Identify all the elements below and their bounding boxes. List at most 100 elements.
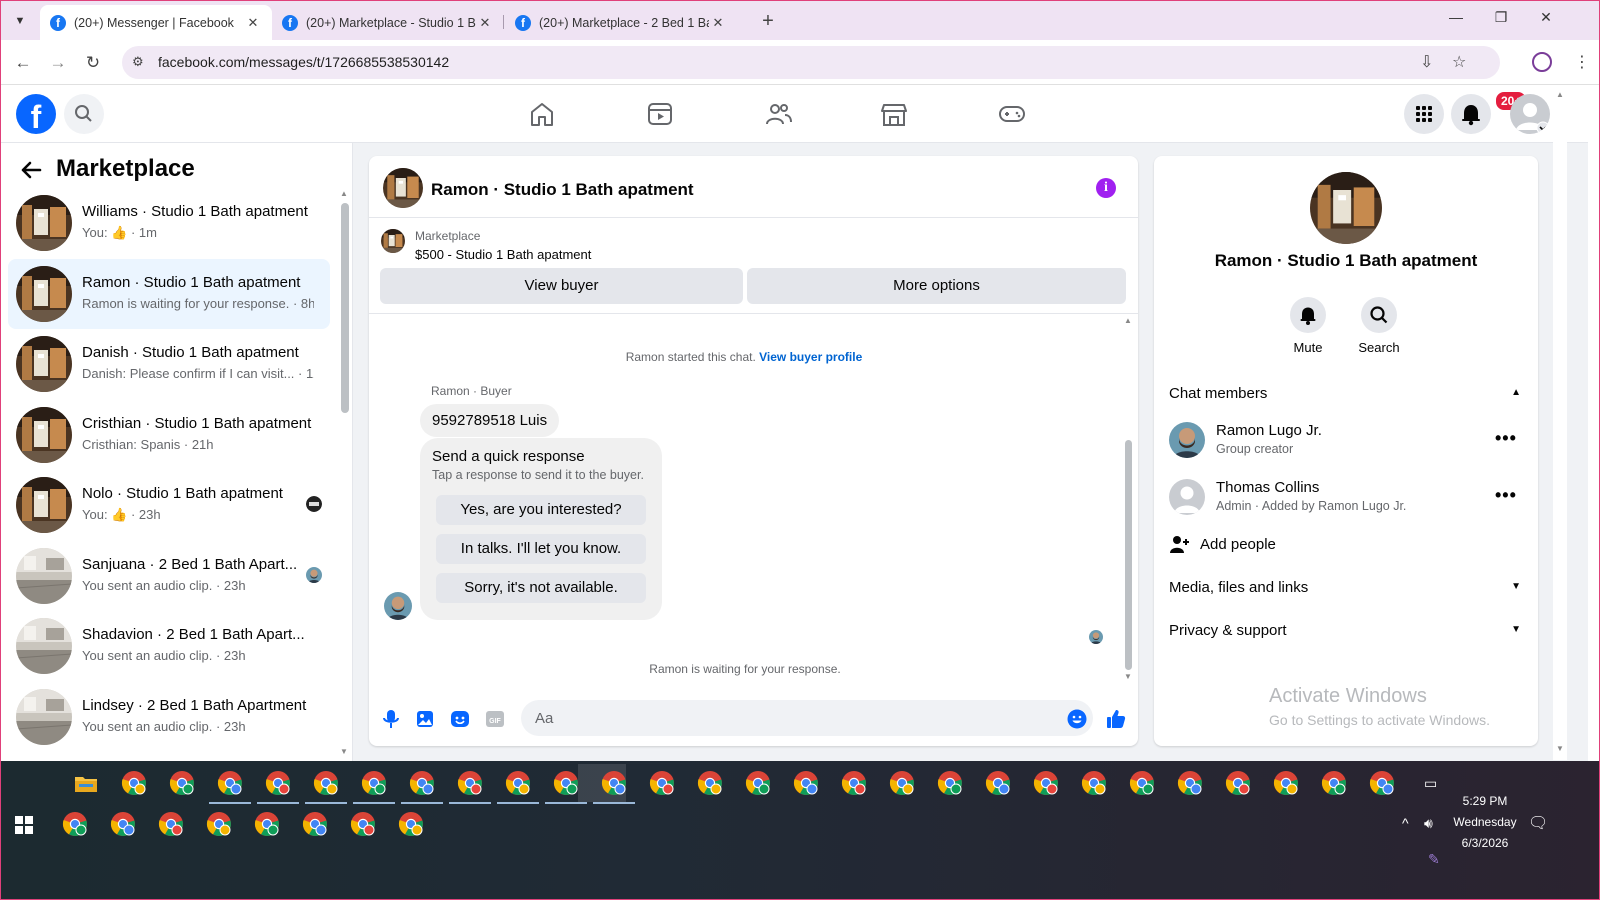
back-icon[interactable]: ←	[10, 50, 36, 76]
gaming-icon[interactable]	[997, 100, 1027, 128]
chrome-profile-icon[interactable]	[302, 811, 328, 837]
tab-close-icon[interactable]: ✕	[476, 15, 494, 31]
media-files-links-section[interactable]: Media, files and links ▼	[1169, 579, 1525, 596]
chat-title[interactable]: Ramon · Studio 1 Bath apatment	[431, 180, 694, 200]
conversation-thumbnail[interactable]	[16, 336, 72, 392]
chrome-profile-icon[interactable]	[841, 770, 867, 796]
conversation-item[interactable]: Williams · Studio 1 Bath apatment You: 👍 …	[8, 188, 330, 258]
chrome-profile-icon[interactable]	[1321, 770, 1347, 796]
chrome-profile-icon[interactable]	[793, 770, 819, 796]
scroll-up-arrow[interactable]: ▲	[1124, 316, 1132, 325]
chrome-profile-icon[interactable]	[1081, 770, 1107, 796]
conversation-thumbnail[interactable]	[16, 477, 72, 533]
search-action[interactable]: Search	[1349, 297, 1409, 355]
tab-search-menu-button[interactable]: ▼	[8, 9, 32, 33]
search-button[interactable]	[64, 94, 104, 134]
chrome-profile-icon[interactable]	[1273, 770, 1299, 796]
chrome-profile-icon[interactable]	[1369, 770, 1395, 796]
chrome-profile-icon[interactable]	[937, 770, 963, 796]
scroll-down-arrow[interactable]: ▼	[1124, 672, 1132, 681]
chevron-down-icon[interactable]: ▼	[1511, 581, 1521, 592]
conversation-item[interactable]: Shadavion · 2 Bed 1 Bath Apart... You sen…	[8, 611, 330, 681]
browser-profile-icon[interactable]	[1532, 52, 1552, 72]
chevron-down-icon[interactable]: ▼	[1511, 624, 1521, 635]
conversation-thumbnail[interactable]	[16, 265, 72, 322]
marketplace-icon[interactable]	[879, 100, 909, 128]
chrome-profile-icon[interactable]	[545, 770, 587, 804]
network-icon[interactable]: ▭	[1424, 775, 1437, 792]
member-row[interactable]: Ramon Lugo Jr. Group creator •••	[1169, 418, 1525, 462]
tab-close-icon[interactable]: ✕	[709, 15, 727, 31]
chrome-profile-icon[interactable]	[497, 770, 539, 804]
sticker-icon[interactable]	[449, 708, 471, 730]
conversation-thumbnail[interactable]	[16, 195, 72, 251]
video-icon[interactable]	[645, 100, 675, 128]
microphone-icon[interactable]	[380, 708, 402, 730]
member-options-icon[interactable]: •••	[1495, 485, 1517, 506]
chrome-profile-icon[interactable]	[305, 770, 347, 804]
account-avatar[interactable]	[1510, 94, 1550, 134]
chrome-profile-icon[interactable]	[254, 811, 280, 837]
member-name[interactable]: Ramon Lugo Jr.	[1216, 422, 1322, 439]
mute-button[interactable]	[1290, 297, 1326, 333]
conversation-item[interactable]: Ramon · Studio 1 Bath apatment Ramon is w…	[8, 258, 330, 329]
message-input[interactable]	[521, 700, 1093, 736]
member-avatar[interactable]	[1169, 479, 1205, 515]
friends-icon[interactable]	[763, 100, 793, 128]
windows-start-icon[interactable]	[14, 815, 34, 835]
chrome-profile-icon[interactable]	[593, 770, 635, 804]
chrome-profile-icon[interactable]	[985, 770, 1011, 796]
conversation-item[interactable]: Nolo · Studio 1 Bath apatment You: 👍 · 23…	[8, 470, 330, 540]
photo-icon[interactable]	[414, 708, 436, 730]
member-options-icon[interactable]: •••	[1495, 428, 1517, 449]
reload-icon[interactable]: ↻	[80, 50, 106, 76]
site-info-icon[interactable]: ⚙	[132, 54, 144, 70]
notification-center-icon[interactable]: 🗨︎	[1528, 813, 1548, 833]
chrome-profile-icon[interactable]	[62, 811, 88, 837]
file-explorer-icon[interactable]	[73, 770, 99, 796]
browser-tab-marketplace-studio[interactable]: f (20+) Marketplace - Studio 1 Ba ✕	[272, 5, 504, 41]
address-bar[interactable]: ⚙ facebook.com/messages/t/17266855385301…	[122, 46, 1500, 79]
privacy-support-section[interactable]: Privacy & support ▼	[1169, 622, 1525, 639]
chrome-profile-icon[interactable]	[110, 811, 136, 837]
conversation-thumbnail[interactable]	[16, 547, 72, 604]
member-name[interactable]: Thomas Collins	[1216, 479, 1319, 496]
chat-scrollbar[interactable]	[1125, 440, 1132, 670]
chrome-profile-icon[interactable]	[206, 811, 232, 837]
browser-tab-messenger[interactable]: f (20+) Messenger | Facebook ✕	[40, 5, 272, 41]
chrome-profile-icon[interactable]	[121, 770, 147, 796]
conversation-thumbnail[interactable]	[16, 688, 72, 745]
incoming-message-bubble[interactable]: 9592789518 Luis	[420, 404, 560, 437]
forward-icon[interactable]: →	[45, 50, 71, 76]
buyer-avatar[interactable]	[384, 592, 412, 620]
close-window-button[interactable]: ✕	[1531, 9, 1561, 26]
conversation-list-scrollbar[interactable]	[341, 203, 349, 413]
tab-close-icon[interactable]: ✕	[244, 15, 262, 31]
chrome-profile-icon[interactable]	[745, 770, 771, 796]
conversation-thumbnail[interactable]	[16, 618, 72, 674]
quick-response-option-yes[interactable]: Yes, are you interested?	[436, 495, 646, 525]
chrome-profile-icon[interactable]	[1177, 770, 1203, 796]
info-icon[interactable]: i	[1096, 178, 1116, 198]
chrome-profile-icon[interactable]	[257, 770, 299, 804]
quick-response-option-not-available[interactable]: Sorry, it's not available.	[436, 573, 646, 603]
chrome-profile-icon[interactable]	[449, 770, 491, 804]
chrome-profile-icon[interactable]	[1129, 770, 1155, 796]
more-options-button[interactable]: More options	[747, 268, 1126, 304]
url-text[interactable]: facebook.com/messages/t/1726685538530142	[158, 54, 449, 70]
listing-thumbnail[interactable]	[383, 168, 423, 208]
conversation-item[interactable]: Cristhian · Studio 1 Bath apatment Cristh…	[8, 400, 330, 470]
member-avatar[interactable]	[1169, 422, 1205, 458]
browser-tab-marketplace-2bed[interactable]: f (20+) Marketplace - 2 Bed 1 Ba ✕	[505, 5, 737, 41]
chrome-profile-icon[interactable]	[1225, 770, 1251, 796]
view-buyer-button[interactable]: View buyer	[380, 268, 743, 304]
back-arrow-icon[interactable]	[18, 157, 44, 183]
chrome-profile-icon[interactable]	[158, 811, 184, 837]
search-conversation-button[interactable]	[1361, 297, 1397, 333]
bookmark-star-icon[interactable]: ☆	[1452, 52, 1466, 72]
facebook-logo[interactable]: f	[16, 94, 56, 134]
chrome-profile-icon[interactable]	[350, 811, 376, 837]
minimize-button[interactable]: —	[1441, 9, 1471, 25]
chrome-profile-icon[interactable]	[169, 770, 195, 796]
chrome-profile-icon[interactable]	[1033, 770, 1059, 796]
